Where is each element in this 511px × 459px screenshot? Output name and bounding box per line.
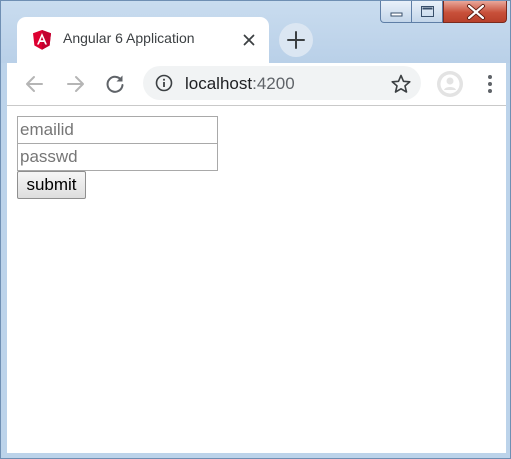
minimize-button[interactable] [380,1,412,23]
url-port: :4200 [252,74,295,93]
tab-close-icon[interactable] [240,31,258,49]
title-bar: Angular 6 Application [1,1,510,63]
star-icon[interactable] [390,73,412,95]
menu-icon[interactable] [479,72,501,96]
url-text[interactable]: localhost:4200 [185,74,295,94]
forward-button[interactable] [62,71,88,97]
back-button[interactable] [22,71,48,97]
browser-window: Angular 6 Application localhost:4200 ema… [0,0,511,459]
close-window-button[interactable] [443,1,507,23]
angular-logo-icon [33,30,51,50]
maximize-icon [421,6,434,17]
address-bar[interactable]: localhost:4200 [143,66,421,100]
new-tab-button[interactable] [279,23,313,57]
forward-icon [67,76,84,92]
browser-toolbar: localhost:4200 [7,63,506,106]
tab-angular-app[interactable]: Angular 6 Application [17,17,269,63]
password-field[interactable] [17,143,218,171]
url-host: localhost [185,74,253,93]
page-viewport: submit [7,106,506,453]
back-icon [26,76,43,92]
profile-icon[interactable] [436,70,464,98]
close-icon [467,4,485,20]
maximize-button[interactable] [412,1,443,23]
minimize-icon [390,12,403,17]
info-icon[interactable] [155,74,173,92]
plus-icon [287,31,305,49]
tab-title: Angular 6 Application [63,30,195,46]
email-field[interactable] [17,116,218,144]
reload-button[interactable] [102,71,128,97]
reload-icon [106,75,124,93]
submit-button[interactable]: submit [17,171,86,199]
